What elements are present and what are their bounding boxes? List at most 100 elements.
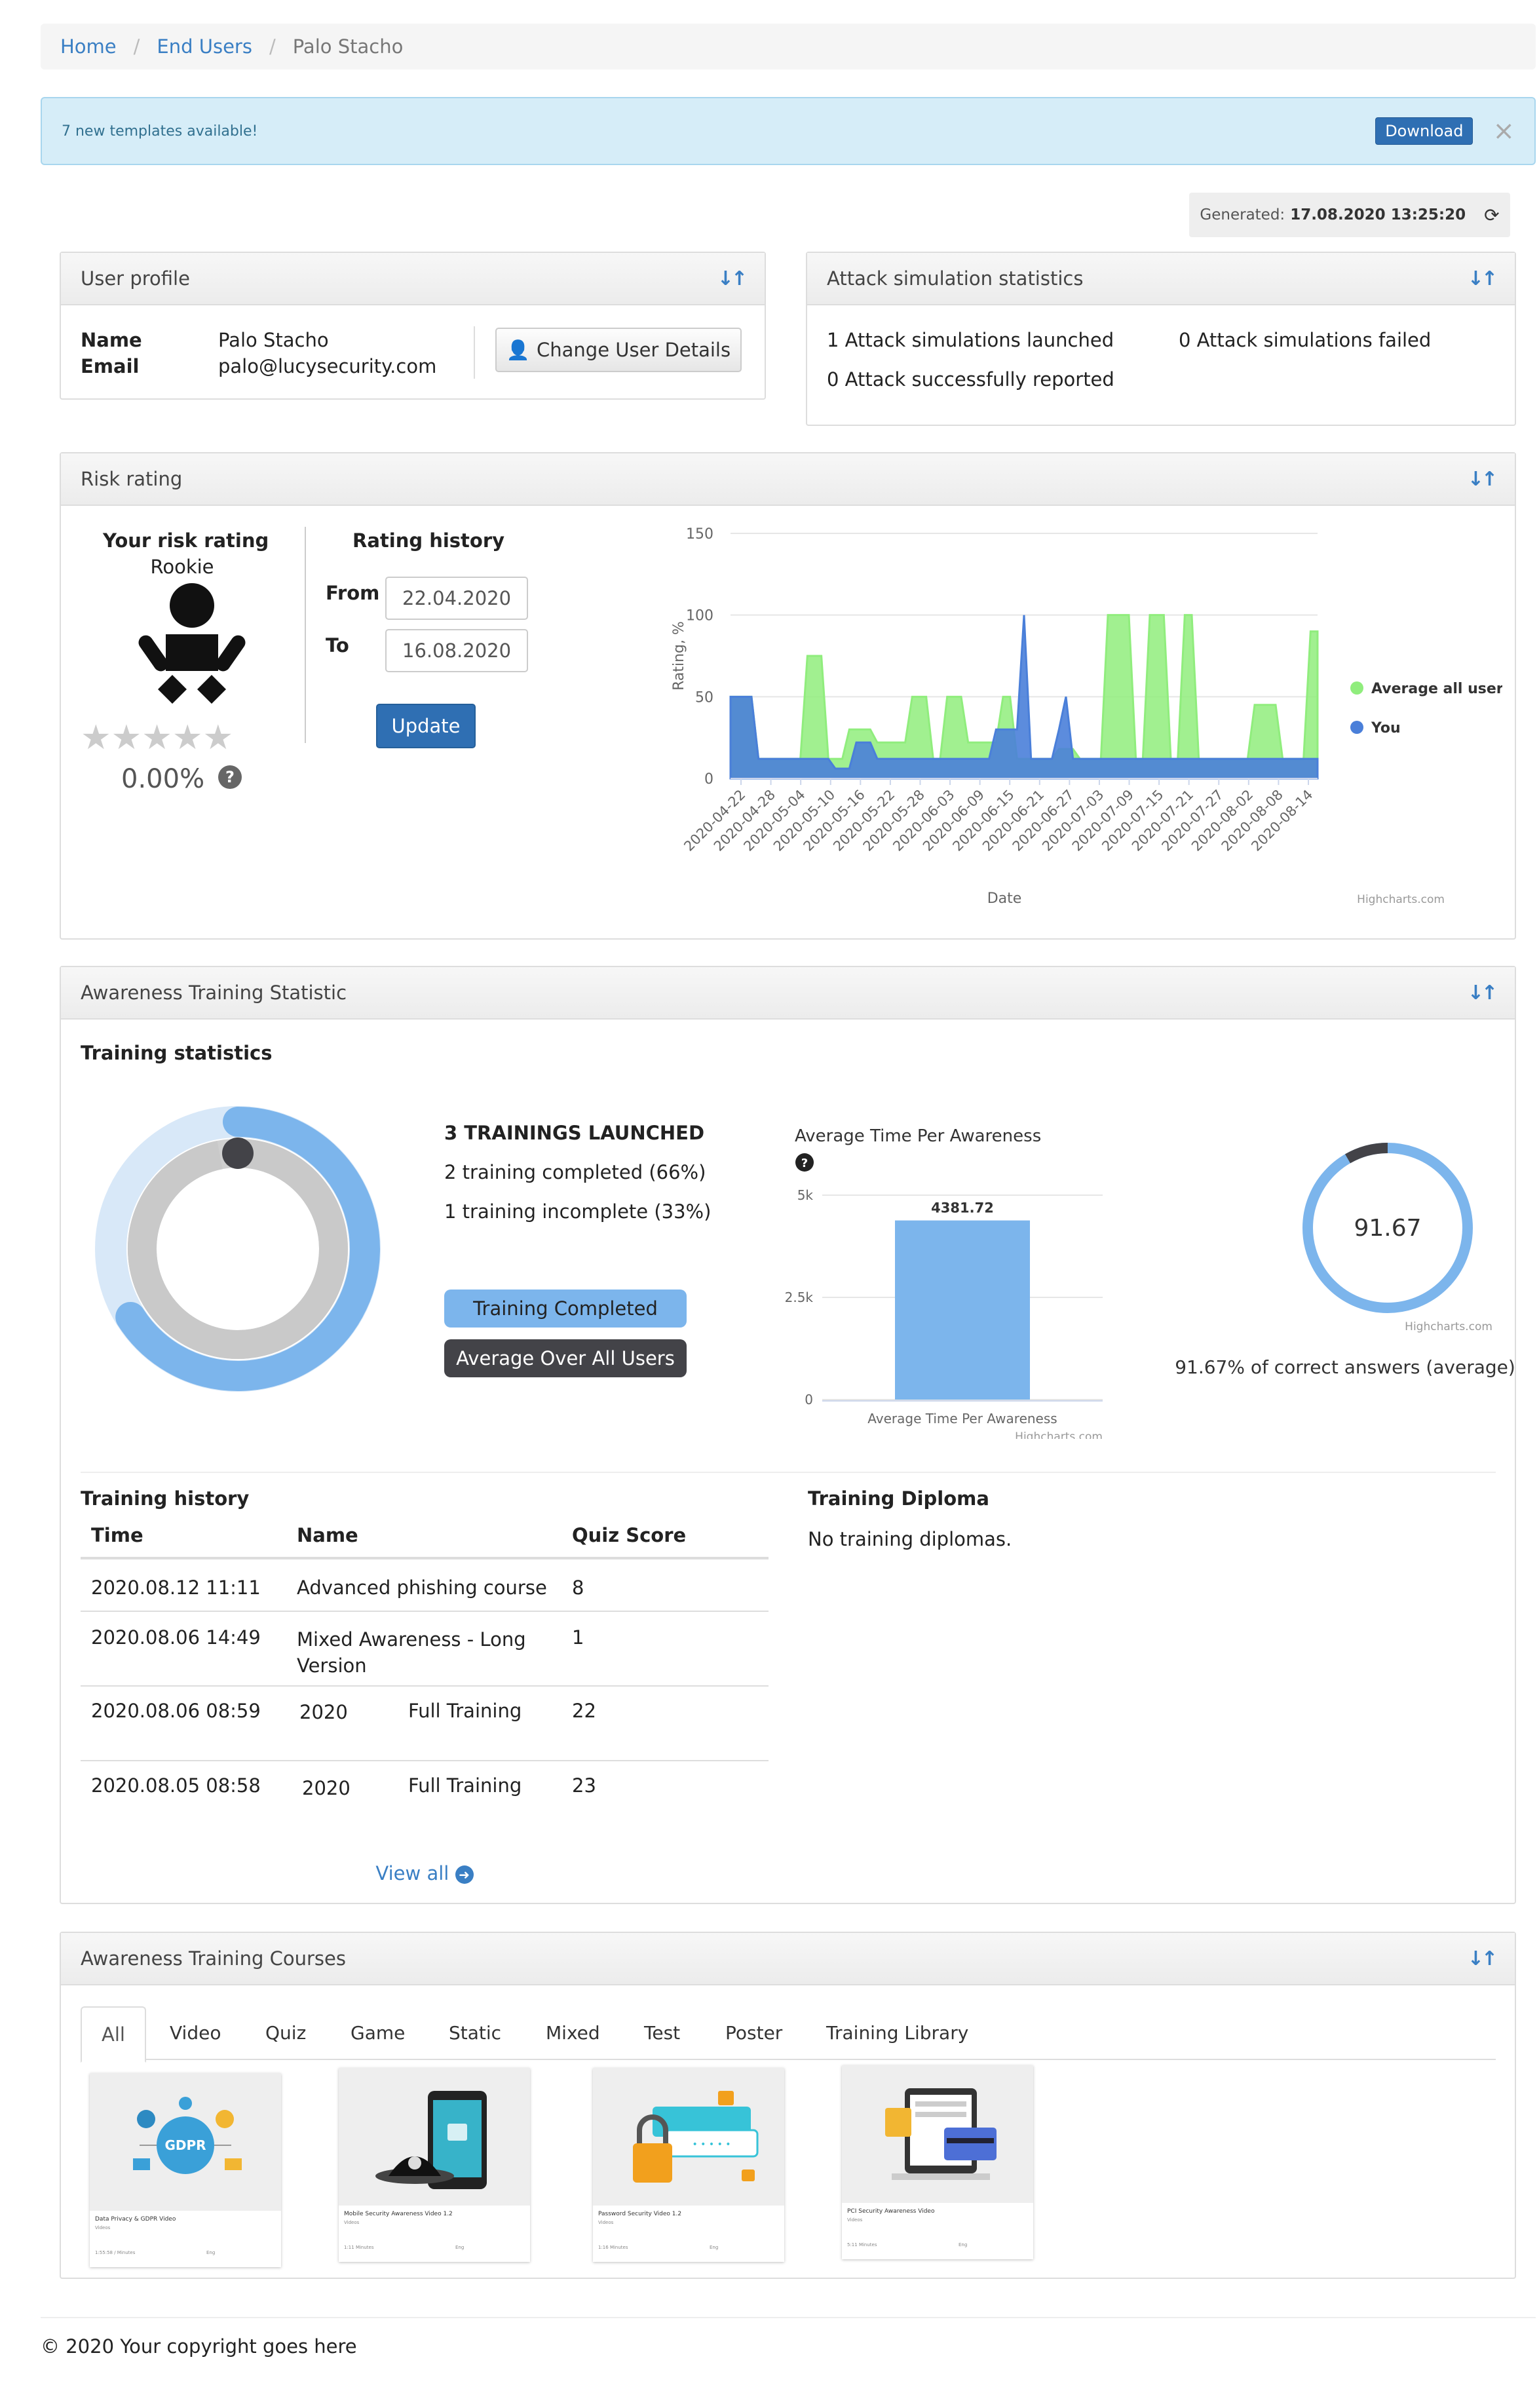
sort-toggle-icon[interactable]: ↓↑	[717, 267, 748, 290]
col-quiz-score: Quiz Score	[572, 1524, 687, 1546]
help-icon-glyph: ?	[801, 1156, 808, 1170]
course-title: Data Privacy & GDPR Video	[95, 2216, 176, 2223]
view-all-link[interactable]: View all ➜	[61, 1862, 788, 1884]
help-icon[interactable]: ?	[218, 765, 242, 789]
bar	[895, 1220, 1030, 1400]
close-icon[interactable]: ×	[1492, 118, 1515, 144]
update-button[interactable]: Update	[376, 704, 476, 748]
gauge-center-label: 91.67	[1354, 1215, 1421, 1242]
y-axis-label: Rating, %	[671, 621, 687, 691]
breadcrumb-home[interactable]: Home	[60, 35, 117, 58]
course-thumbnail: • • • • •	[593, 2068, 784, 2206]
y-tick-label: 150	[686, 526, 713, 543]
gdpr-illustration-icon: GDPR	[133, 2097, 242, 2174]
course-type: Videos	[598, 2220, 614, 2225]
y-tick-label: 2.5k	[785, 1290, 814, 1305]
breadcrumb-end-users[interactable]: End Users	[157, 35, 252, 58]
tab-poster[interactable]: Poster	[725, 2022, 782, 2044]
row-score: 23	[572, 1774, 596, 1797]
row-name: 2020	[299, 1701, 348, 1723]
star-icon: ★	[142, 718, 172, 757]
tab-mixed[interactable]: Mixed	[546, 2022, 600, 2044]
name-label: Name	[81, 329, 142, 351]
from-date-input[interactable]: 22.04.2020	[385, 577, 528, 620]
breadcrumb-separator: /	[133, 35, 140, 58]
x-axis-label: Date	[987, 890, 1022, 907]
course-title: Mobile Security Awareness Video 1.2	[344, 2211, 453, 2217]
col-time: Time	[91, 1524, 143, 1546]
pci-security-illustration-icon	[885, 2088, 997, 2180]
generated-value: 17.08.2020 13:25:20	[1290, 206, 1466, 223]
breadcrumb-current: Palo Stacho	[292, 35, 404, 58]
highcharts-credit: Highcharts.com	[1405, 1320, 1492, 1333]
training-history-title: Training history	[81, 1487, 250, 1510]
sort-toggle-icon[interactable]: ↓↑	[1468, 1947, 1498, 1970]
course-duration: 1:11 Minutes	[344, 2245, 374, 2250]
sort-toggle-icon[interactable]: ↓↑	[1468, 982, 1498, 1004]
to-date-input[interactable]: 16.08.2020	[385, 629, 528, 672]
col-name: Name	[297, 1524, 358, 1546]
tab-video[interactable]: Video	[170, 2022, 221, 2044]
download-button[interactable]: Download	[1375, 117, 1473, 145]
star-icon: ★	[202, 718, 234, 757]
legend-average-over-all-users[interactable]: Average Over All Users	[444, 1339, 687, 1377]
y-tick-label: 50	[695, 689, 713, 706]
average-over-all-users-arc	[128, 1139, 348, 1359]
name-value: Palo Stacho	[218, 329, 329, 351]
row-time: 2020.08.06 08:59	[91, 1700, 261, 1722]
svg-text:GDPR: GDPR	[164, 2137, 206, 2153]
password-security-illustration-icon: • • • • •	[633, 2091, 759, 2183]
attack-stats-panel: Attack simulation statistics ↓↑ 1 Attack…	[806, 252, 1516, 426]
from-label: From	[326, 582, 380, 604]
correct-answers-gauge: 91.67 Highcharts.com	[1224, 1137, 1499, 1341]
user-profile-header: User profile ↓↑	[61, 253, 765, 305]
courses-panel: Awareness Training Courses ↓↑ All Video …	[60, 1932, 1516, 2279]
generated-label: Generated:	[1200, 206, 1285, 223]
courses-header: Awareness Training Courses ↓↑	[61, 1933, 1515, 1985]
baby-icon-svg	[138, 583, 246, 704]
tab-quiz[interactable]: Quiz	[265, 2022, 306, 2044]
legend-training-completed[interactable]: Training Completed	[444, 1290, 687, 1328]
correct-answers-gauge-svg: 91.67 Highcharts.com	[1302, 1143, 1492, 1333]
course-language: Eng	[455, 2245, 465, 2250]
training-diploma-title: Training Diploma	[808, 1487, 989, 1510]
tab-training-library[interactable]: Training Library	[826, 2022, 968, 2044]
sort-toggle-icon[interactable]: ↓↑	[1468, 468, 1498, 491]
tab-test[interactable]: Test	[644, 2022, 680, 2044]
email-label: Email	[81, 355, 140, 377]
baby-icon	[133, 579, 251, 717]
attack-stats-header: Attack simulation statistics ↓↑	[807, 253, 1515, 305]
tab-game[interactable]: Game	[351, 2022, 405, 2044]
footer-copyright: © 2020 Your copyright goes here	[41, 2335, 357, 2358]
course-title: PCI Security Awareness Video	[847, 2208, 935, 2215]
change-user-details-button[interactable]: 👤 Change User Details	[495, 328, 742, 372]
refresh-icon[interactable]: ⟳	[1484, 204, 1499, 226]
avg-time-bar-svg: Average Time Per Awareness? 0 2.5k 5k 4381.7…	[785, 1126, 1103, 1443]
row-time: 2020.08.12 11:11	[91, 1577, 261, 1599]
y-tick-label: 0	[805, 1392, 813, 1407]
tab-all[interactable]: All	[81, 2006, 146, 2063]
alert-text: 7 new templates available!	[62, 123, 258, 140]
course-language: Eng	[959, 2242, 968, 2247]
user-icon: 👤	[506, 338, 530, 361]
legend-label: You	[1371, 720, 1401, 736]
sort-toggle-icon[interactable]: ↓↑	[1468, 267, 1498, 290]
course-card[interactable]: PCI Security Awareness Video Videos 5:11…	[842, 2065, 1033, 2259]
y-tick-label: 0	[704, 771, 713, 788]
row-name-secondary: Full Training	[408, 1774, 522, 1797]
course-card[interactable]: GDPR Data Privacy & GDPR Video Videos 1:…	[90, 2073, 281, 2267]
attacks-reported: 0 Attack successfully reported	[827, 368, 1114, 391]
change-user-details-label: Change User Details	[537, 339, 731, 361]
y-tick-label: 5k	[797, 1187, 814, 1203]
tab-static[interactable]: Static	[449, 2022, 501, 2044]
table-row: 2020.08.12 11:11 Advanced phishing cours…	[81, 1559, 769, 1612]
chart-title: Average Time Per Awareness	[795, 1126, 1041, 1146]
course-card[interactable]: Mobile Security Awareness Video 1.2 Vide…	[339, 2068, 530, 2262]
awareness-stat-panel: Awareness Training Statistic ↓↑ Training…	[60, 966, 1516, 1904]
highcharts-credit: Highcharts.com	[1357, 893, 1445, 906]
star-rating: ★★★★★	[81, 718, 233, 757]
course-card[interactable]: • • • • • Password Security Video 1.2 Vi…	[593, 2068, 784, 2262]
email-value: palo@lucysecurity.com	[218, 355, 437, 377]
generated-timestamp: Generated: 17.08.2020 13:25:20 ⟳	[1189, 193, 1510, 237]
table-row: 2020.08.06 14:49 Mixed Awareness - Long …	[81, 1612, 769, 1687]
